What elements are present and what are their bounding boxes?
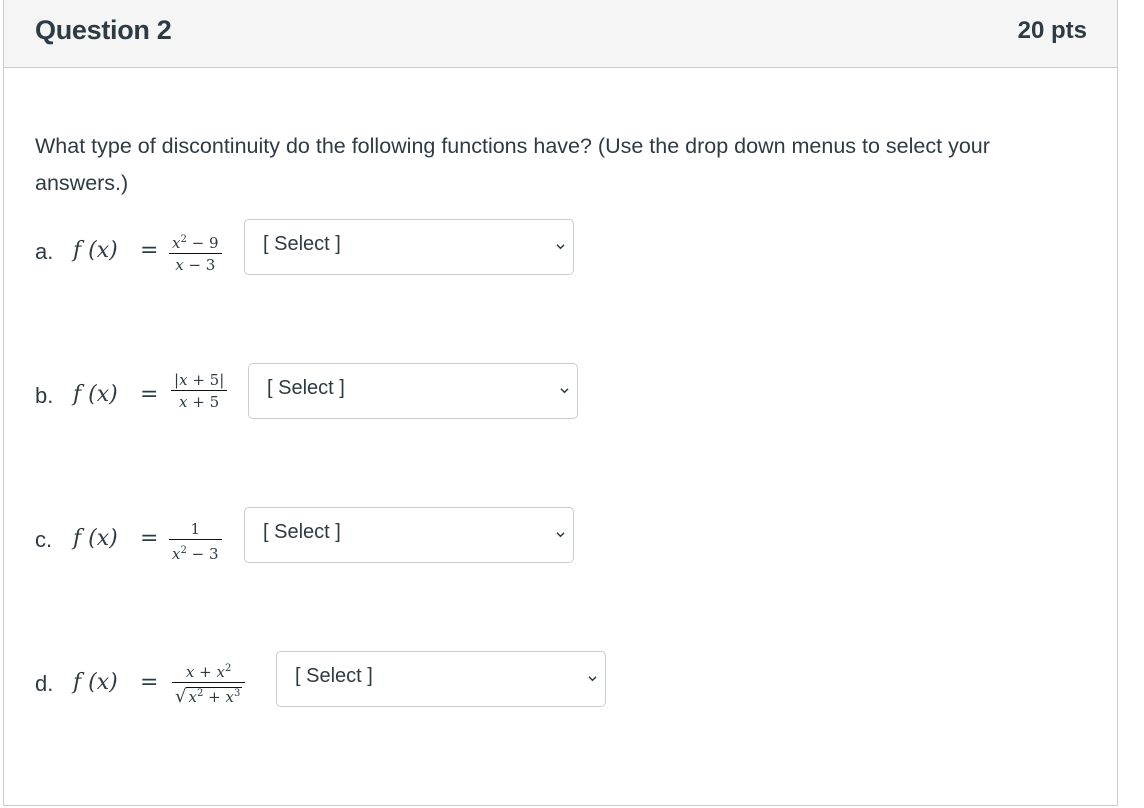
select-value: [ Select ] [295,665,373,687]
item-c: c. f (x) = 1 x2 − 3 [ Select ] [35,507,595,568]
numerator: 1 [190,520,201,538]
fraction-bar [172,682,246,684]
question-title: Question 2 [35,15,172,45]
fraction-bar [169,253,222,255]
select-value: [ Select ] [267,377,345,399]
answer-select-b[interactable]: [ Select ] [248,363,578,419]
answer-select-d[interactable]: [ Select ] [276,651,606,707]
denominator: x + 5 [179,393,220,412]
function-lhs: f (x) [73,670,118,695]
item-label: d. [35,671,54,696]
item-d: d. f (x) = x + x2 √ x2 + x3 [ Select ] [35,651,635,712]
fraction: x2 − 9 x − 3 [169,231,222,274]
item-label: c. [35,527,53,552]
question-prompt: What type of discontinuity do the follow… [35,134,990,195]
equals-sign: = [140,382,159,407]
select-value: [ Select ] [263,233,341,255]
fraction: 1 x2 − 3 [169,520,222,563]
fraction-bar [171,390,228,392]
numerator: x + x2 [185,663,232,681]
item-label: b. [35,383,54,408]
numerator: x2 − 9 [172,234,219,252]
chevron-down-icon [560,388,569,394]
answer-select-a[interactable]: [ Select ] [244,219,574,275]
item-b: b. f (x) = |x + 5| x + 5 [ Select ] [35,363,595,424]
function-lhs: f (x) [73,526,118,551]
question-card: Question 2 20 pts What type of discontin… [3,0,1118,806]
function-lhs: f (x) [73,382,118,407]
select-value: [ Select ] [263,521,341,543]
item-label: a. [35,239,54,264]
chevron-down-icon [556,244,565,250]
question-points: 20 pts [1017,17,1087,44]
denominator: x2 − 3 [172,545,219,564]
question-header: Question 2 20 pts [4,0,1117,68]
fraction: |x + 5| x + 5 [171,371,228,412]
denominator: √ x2 + x3 [175,686,243,708]
chevron-down-icon [588,676,597,682]
sqrt-icon: √ [175,686,187,708]
chevron-down-icon [556,532,565,538]
function-lhs: f (x) [73,238,118,263]
fraction-bar [169,539,222,541]
equals-sign: = [140,526,159,551]
item-a: a. f (x) = x2 − 9 x − 3 [ Select ] [35,219,595,280]
answer-select-c[interactable]: [ Select ] [244,507,574,563]
denominator: x − 3 [175,256,216,275]
numerator: |x + 5| [174,371,225,389]
equals-sign: = [140,238,159,263]
equals-sign: = [140,670,159,695]
fraction: x + x2 √ x2 + x3 [172,660,246,708]
